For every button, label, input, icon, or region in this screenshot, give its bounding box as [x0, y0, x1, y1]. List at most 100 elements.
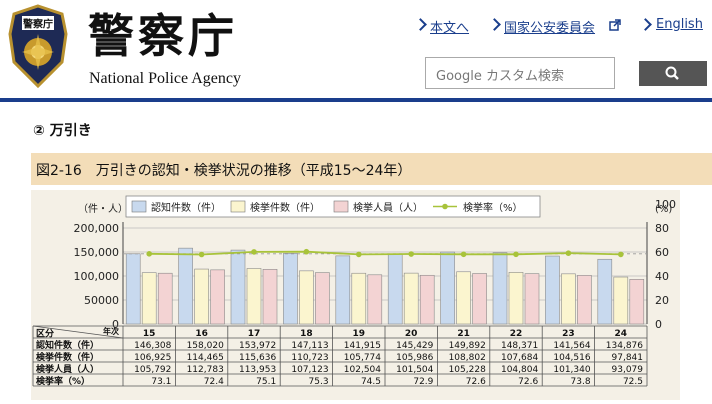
left-axis-tick: 200,000 [74, 222, 120, 235]
table-cell: 73.1 [151, 377, 171, 387]
bar [403, 272, 419, 325]
right-axis-tick: 60 [655, 246, 669, 259]
section-title: ② 万引き [33, 123, 92, 139]
legend-label: 検挙件数（件） [250, 201, 320, 214]
x-axis-category: 19 [353, 329, 366, 339]
site-header: 警察庁 警察庁 National Police Agency 本文へ 国家公安委… [0, 0, 712, 100]
table-row-label: 検挙率（%） [36, 375, 90, 387]
rate-point [513, 251, 519, 258]
shoplifting-chart: 200,000150,000100,000500000100806040200（… [32, 195, 676, 387]
table-cell: 101,340 [553, 365, 590, 375]
table-cell: 114,465 [187, 353, 224, 363]
left-axis-unit: （件・人） [78, 203, 128, 215]
rate-point [618, 251, 624, 258]
search-input[interactable]: Google カスタム検索 [425, 57, 615, 89]
x-axis-category: 15 [143, 329, 156, 339]
table-header-kubun: 区分 [36, 328, 54, 340]
bar [194, 268, 209, 325]
legend-marker [442, 203, 448, 210]
figure-title: 図2-16 万引きの認知・検挙状況の推移（平成15～24年） [36, 163, 412, 179]
search-icon [665, 66, 679, 80]
table-row-label: 認知件数（件） [36, 339, 99, 351]
bar [492, 252, 508, 325]
rate-point [303, 248, 310, 255]
bar [440, 251, 455, 325]
bar [141, 272, 157, 325]
rate-point [356, 251, 362, 258]
top-links: 本文へ 国家公安委員会 English [0, 17, 712, 37]
external-link-icon [609, 19, 621, 31]
right-axis-tick: 0 [655, 318, 662, 331]
legend-label: 認知件数（件） [151, 201, 221, 214]
table-cell: 72.5 [623, 377, 643, 387]
table-cell: 75.3 [309, 377, 329, 387]
bar [545, 255, 560, 325]
bar [125, 253, 141, 325]
bar [508, 272, 524, 325]
bar [419, 274, 435, 325]
x-axis-category: 16 [195, 329, 208, 339]
table-cell: 72.4 [204, 377, 224, 387]
table-cell: 112,783 [187, 365, 224, 375]
table-cell: 134,876 [606, 341, 643, 351]
bar [299, 270, 314, 325]
legend-label: 検挙率（%） [463, 201, 523, 214]
table-cell: 72.6 [518, 377, 538, 387]
table-header-nenji: 年次 [103, 326, 119, 336]
table-cell: 158,020 [187, 341, 224, 351]
table-cell: 113,953 [239, 365, 276, 375]
header-divider [0, 98, 712, 102]
chart-panel: 200,000 150,000 100,000 50000 0 100 80 60 40 20 0 （… [31, 190, 680, 400]
x-axis-category: 20 [405, 329, 418, 339]
table-cell: 110,723 [291, 353, 328, 363]
table-cell: 72.9 [413, 377, 433, 387]
legend-swatch [131, 200, 147, 213]
legend-label: 検挙人員（人） [353, 201, 423, 214]
table-cell: 146,308 [134, 341, 171, 351]
table-cell: 104,516 [553, 353, 590, 363]
english-link[interactable]: English [656, 17, 703, 32]
bar [315, 272, 330, 325]
left-axis-tick: 100,000 [74, 270, 120, 283]
table-cell: 147,113 [291, 341, 328, 351]
bar [335, 255, 351, 325]
bar [629, 279, 645, 325]
table-cell: 149,892 [449, 341, 486, 351]
bar [524, 273, 540, 325]
table-cell: 72.6 [466, 377, 486, 387]
search-button[interactable] [639, 61, 707, 86]
left-axis-tick: 150,000 [74, 246, 120, 259]
x-axis-category: 18 [300, 329, 313, 339]
table-cell: 115,636 [239, 353, 276, 363]
bar [577, 275, 592, 325]
bar [178, 247, 193, 325]
rate-point [408, 251, 415, 257]
public-safety-commission-link[interactable]: 国家公安委員会 [504, 17, 595, 36]
table-cell: 104,804 [501, 365, 538, 375]
chevron-right-icon [488, 18, 501, 31]
table-cell: 107,123 [291, 365, 328, 375]
table-row-label: 検挙人員（人） [36, 363, 99, 375]
table-cell: 105,774 [344, 353, 381, 363]
bar [387, 253, 403, 325]
table-cell: 73.8 [571, 377, 591, 387]
bar [157, 272, 173, 325]
site-logo-subtitle: National Police Agency [89, 70, 241, 87]
right-axis-tick: 20 [655, 294, 669, 307]
figure-title-bar: 図2-16 万引きの認知・検挙状況の推移（平成15～24年） [31, 153, 712, 185]
table-cell: 75.1 [256, 377, 276, 387]
chevron-right-icon [414, 18, 427, 31]
rate-point [146, 251, 152, 257]
bar [246, 268, 262, 325]
bar [472, 273, 487, 325]
rate-point [565, 250, 572, 256]
table-cell: 108,802 [449, 353, 486, 363]
table-cell: 145,429 [396, 341, 433, 351]
legend-swatch [333, 200, 349, 213]
bar [367, 274, 383, 325]
skip-to-content-link[interactable]: 本文へ [430, 17, 469, 36]
bar [262, 269, 278, 325]
bar [561, 273, 576, 325]
table-cell: 106,925 [134, 353, 171, 363]
right-axis-tick: 80 [655, 222, 669, 235]
